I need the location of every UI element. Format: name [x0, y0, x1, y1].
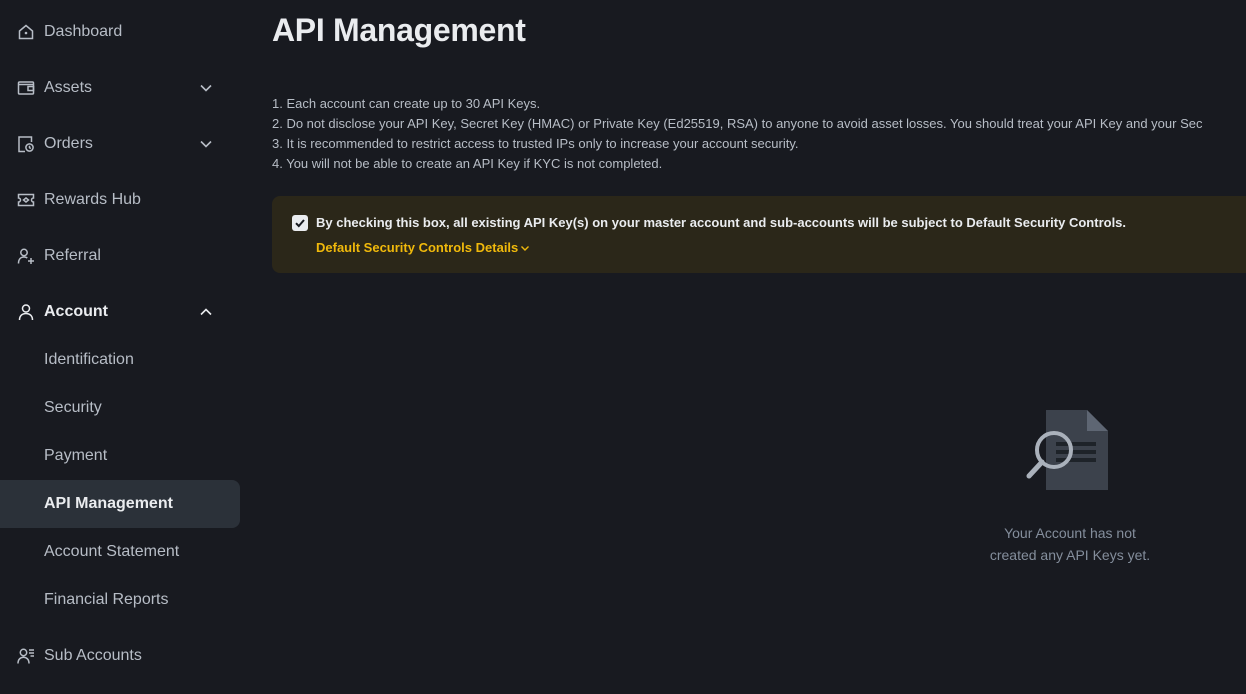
sidebar-item-label: Assets: [44, 79, 93, 96]
note-item: 1. Each account can create up to 30 API …: [272, 96, 541, 111]
chevron-up-icon[interactable]: [196, 302, 216, 322]
sidebar-subitem-financial-reports[interactable]: Financial Reports: [0, 576, 240, 624]
sidebar-subitem-label: API Management: [44, 495, 173, 512]
chevron-down-icon[interactable]: [196, 78, 216, 98]
chevron-down-icon: [521, 245, 530, 251]
user-icon: [16, 302, 36, 322]
orders-icon: [16, 134, 36, 154]
sidebar-item-referral[interactable]: Referral: [0, 232, 240, 280]
sidebar-item-assets[interactable]: Assets: [0, 64, 240, 112]
wallet-icon: [16, 78, 36, 98]
sidebar-subitem-security[interactable]: Security: [0, 384, 240, 432]
note-item: 4. You will not be able to create an API…: [272, 156, 663, 171]
sidebar-subitem-label: Identification: [44, 351, 134, 368]
checkmark-icon: [295, 219, 305, 228]
sidebar-subitem-label: Account Statement: [44, 543, 180, 560]
sidebar-item-dashboard[interactable]: Dashboard: [0, 8, 240, 56]
add-user-icon: [16, 246, 36, 266]
sidebar-item-label: Orders: [44, 135, 93, 152]
sidebar-subitem-label: Financial Reports: [44, 591, 169, 608]
sidebar-subitem-label: Payment: [44, 447, 108, 464]
sidebar-item-label: Sub Accounts: [44, 647, 142, 664]
main-content: API Management 1. Each account can creat…: [272, 0, 1246, 694]
security-controls-checkbox[interactable]: [292, 215, 308, 231]
api-notes-list: 1. Each account can create up to 30 API …: [272, 94, 1246, 174]
sidebar-subitem-label: Security: [44, 399, 102, 416]
sidebar-item-sub-accounts[interactable]: Sub Accounts: [0, 632, 240, 680]
page-title: API Management: [272, 12, 526, 48]
security-controls-notice: By checking this box, all existing API K…: [272, 196, 1246, 273]
security-controls-details-link[interactable]: Default Security Controls Details: [316, 240, 530, 255]
sub-accounts-icon: [16, 646, 36, 666]
home-icon: [16, 22, 36, 42]
note-item: 3. It is recommended to restrict access …: [272, 136, 799, 151]
security-controls-text: By checking this box, all existing API K…: [316, 215, 1127, 230]
sidebar-item-rewards-hub[interactable]: Rewards Hub: [0, 176, 240, 224]
empty-state-message: Your Account has not created any API Key…: [952, 522, 1188, 566]
sidebar-subitem-api-management[interactable]: API Management: [0, 480, 240, 528]
sidebar-item-label: Rewards Hub: [44, 191, 141, 208]
empty-state-line: Your Account has not: [1004, 525, 1136, 541]
sidebar-item-orders[interactable]: Orders: [0, 120, 240, 168]
empty-state-line: created any API Keys yet.: [989, 547, 1151, 563]
ticket-icon: [16, 190, 36, 210]
note-item: 2. Do not disclose your API Key, Secret …: [272, 116, 1203, 131]
sidebar-item-label: Account: [44, 303, 108, 320]
sidebar-subitem-identification[interactable]: Identification: [0, 336, 240, 384]
sidebar-item-account[interactable]: Account: [0, 288, 240, 336]
empty-document-search-icon: [1026, 408, 1110, 492]
sidebar-item-label: Dashboard: [44, 23, 123, 40]
sidebar-item-label: Referral: [44, 247, 101, 264]
details-link-label: Default Security Controls Details: [316, 240, 519, 255]
sidebar: Dashboard Assets Orders Rewards Hub Refe…: [0, 0, 240, 694]
sidebar-subitem-account-statement[interactable]: Account Statement: [0, 528, 240, 576]
chevron-down-icon[interactable]: [196, 134, 216, 154]
sidebar-subitem-payment[interactable]: Payment: [0, 432, 240, 480]
